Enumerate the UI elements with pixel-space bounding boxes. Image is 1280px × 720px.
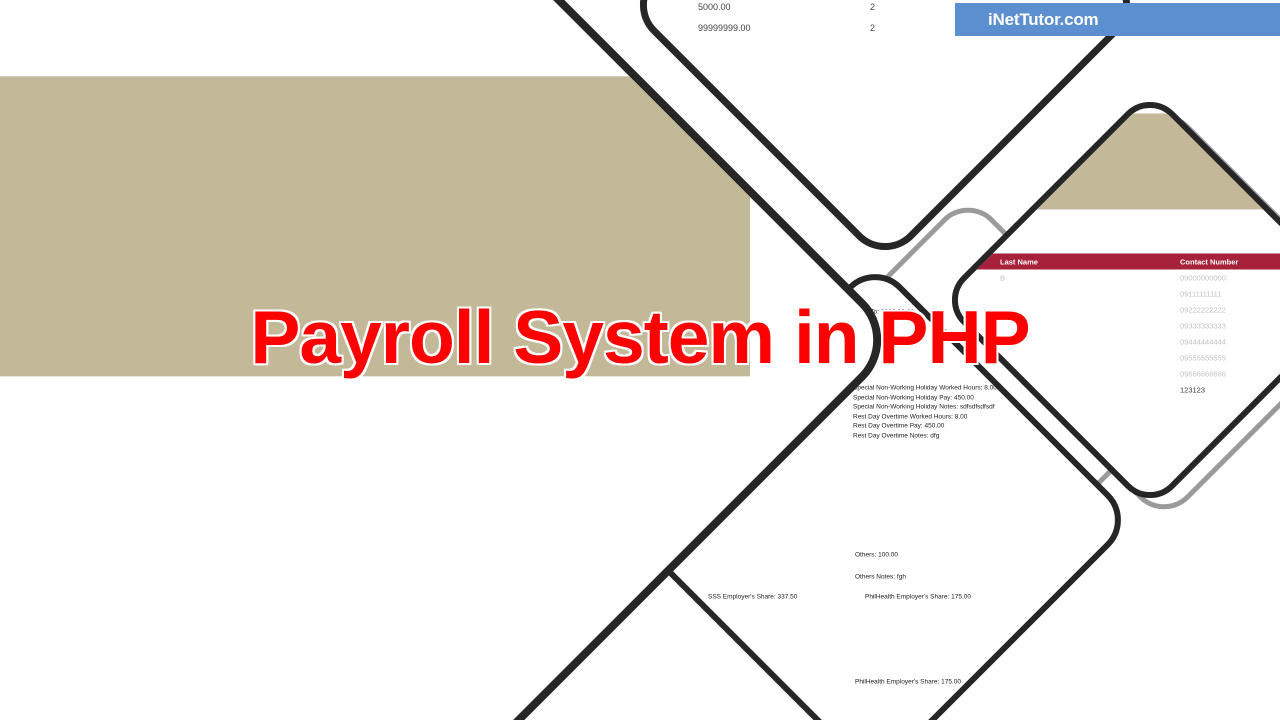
table-row: B 09000000000: [938, 269, 1280, 285]
cell-contact: 123123: [1180, 384, 1206, 394]
payslip-line: Rest Day Overtime Notes: dfg: [853, 432, 940, 440]
brand-badge: iNetTutor.com: [955, 3, 1280, 36]
payslip-line: Special Non-Working Holiday Pay: 450.00: [853, 394, 974, 402]
payslip-line: Special Non-Working Holiday Notes: sdfsd…: [853, 403, 995, 411]
cell-over: 1500.01: [623, 1, 639, 12]
cell-not-over: 5000.00: [698, 1, 731, 12]
column-header-contact-number: Contact Number: [1180, 256, 1239, 266]
cell-employer-share: 2: [870, 1, 876, 12]
cell-employer-share: 2: [870, 22, 876, 33]
payslip-line: Pag-IBIG Employer's Share: 100.00: [1070, 593, 1137, 601]
column-header-last-name: Last Name: [1000, 256, 1038, 266]
payslip-employer-shares: SSS Employer's Share: 337.50 PhilHealth …: [613, 593, 1137, 607]
payslip-line: SSS Employer's Share: 337.50: [708, 593, 798, 601]
payslip-line: Rest Day Overtime Pay: 450.00: [853, 422, 945, 430]
cell-last-name: B: [1000, 272, 1006, 282]
cell-not-over: 99999999.00: [698, 22, 751, 33]
cell-contact: 09000000000: [1180, 272, 1226, 282]
payslip-earnings-right: Special Non-Working Holiday Worked Hours…: [853, 383, 997, 441]
payslip-others: Others: 100.00: [855, 551, 898, 559]
payslip-line: Special Non-Working Holiday Worked Hours…: [853, 384, 997, 392]
payslip-line: Rest Day Overtime Worked Hours: 8.00: [853, 413, 968, 421]
payslip-others-notes: Others Notes: fgh: [855, 573, 906, 581]
payslip-philhealth-share: PhilHealth Employer's Share: 175.00: [855, 678, 962, 686]
cell-over: 5000.01: [623, 22, 639, 33]
cell-contact: 09111111111: [1180, 288, 1222, 298]
table-header-row: Last Name Contact Number: [937, 253, 1280, 270]
brand-label: iNetTutor.com: [988, 9, 1099, 29]
payslip-line: PhilHealth Employer's Share: 175.00: [865, 593, 972, 601]
headline-overlay: Payroll System in PHP: [250, 295, 1030, 379]
screenshot-stage: Date To: 2022-03-31 Regular Holiday Work…: [0, 0, 1280, 720]
